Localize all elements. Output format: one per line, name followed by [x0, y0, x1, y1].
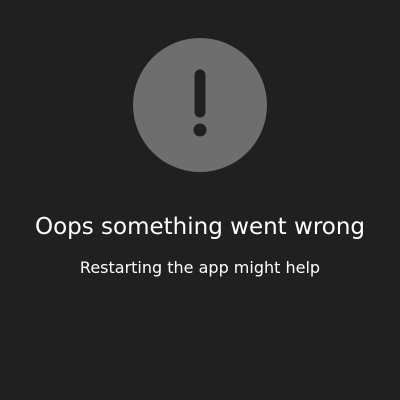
- error-screen: Oops something went wrong Restarting the…: [0, 0, 400, 400]
- error-message: Restarting the app might help: [79, 258, 321, 277]
- error-title: Oops something went wrong: [34, 214, 366, 240]
- exclamation-icon: [133, 38, 267, 172]
- exclamation-mark-graphic: [193, 69, 207, 137]
